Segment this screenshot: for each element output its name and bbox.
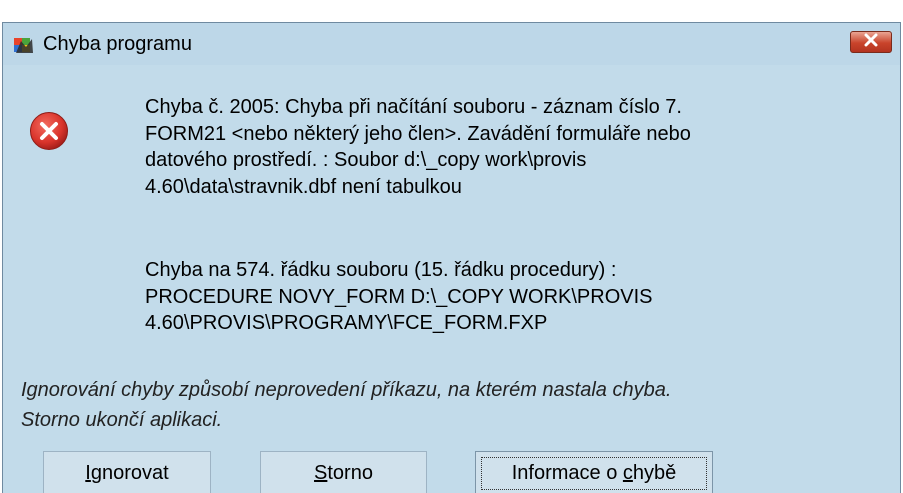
error-location-line: 4.60\PROVIS\PROGRAMY\FCE_FORM.FXP — [145, 312, 548, 334]
close-x-icon — [863, 33, 879, 52]
error-message-line: FORM21 <nebo některý jeho člen>. Zaváděn… — [145, 122, 691, 145]
error-message: Chyba č. 2005: Chyba při načítání soubor… — [145, 94, 845, 200]
storno-button[interactable]: Storno — [260, 451, 427, 493]
hint-text-ignore: Ignorování chyby způsobí neprovedení pří… — [21, 379, 672, 401]
error-info-button[interactable]: Informace o chybě — [475, 451, 713, 493]
title-bar[interactable]: Chyba programu — [3, 23, 900, 65]
close-button[interactable] — [850, 31, 892, 53]
focus-ring — [481, 457, 707, 490]
error-location: Chyba na 574. řádku souboru (15. řádku p… — [145, 257, 845, 337]
error-dialog: Chyba programu Chyba č. 2005: Chyba při … — [2, 22, 901, 493]
error-message-line: datového prostředí. : Soubor d:\_copy wo… — [145, 149, 587, 171]
window-title: Chyba programu — [43, 33, 192, 55]
error-message-line: Chyba č. 2005: Chyba při načítání soubor… — [145, 96, 682, 118]
storno-button-label: Storno — [314, 462, 373, 484]
error-location-line: Chyba na 574. řádku souboru (15. řádku p… — [145, 259, 617, 281]
error-location-line: PROCEDURE NOVY_FORM D:\_COPY WORK\PROVIS — [145, 285, 653, 308]
hint-text-storno: Storno ukončí aplikaci. — [21, 409, 223, 431]
foxpro-fox-icon — [13, 35, 35, 55]
error-circle-x-icon — [29, 111, 69, 151]
error-message-line: 4.60\data\stravnik.dbf není tabulkou — [145, 175, 462, 198]
ignore-button-label: Ignorovat — [85, 462, 169, 484]
ignore-button[interactable]: Ignorovat — [43, 451, 211, 493]
